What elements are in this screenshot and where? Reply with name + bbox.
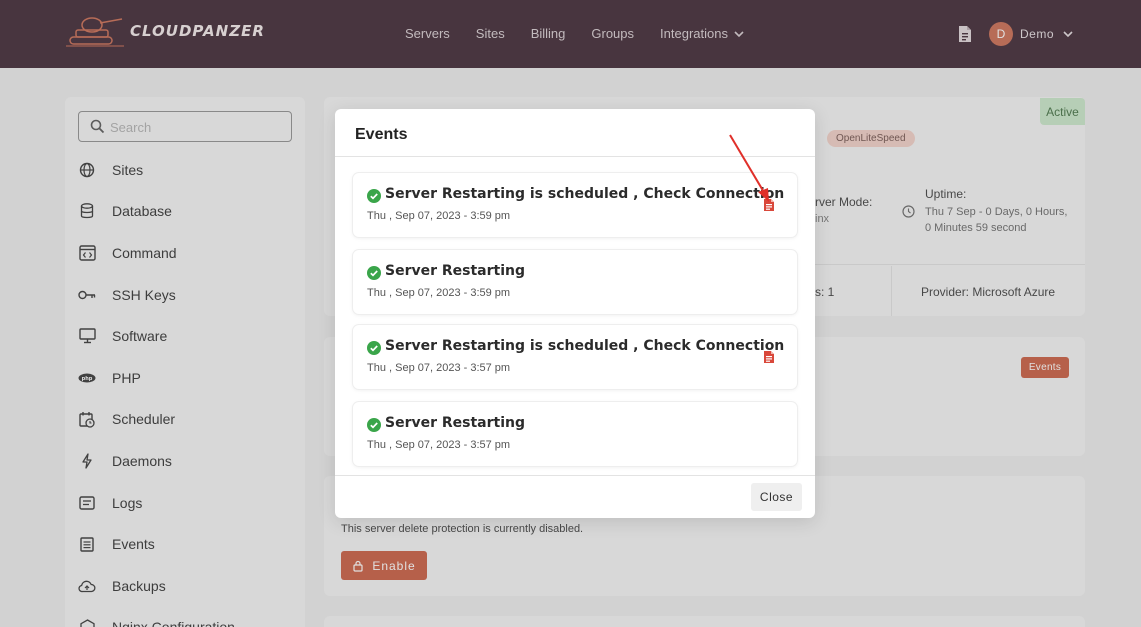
check-circle-icon <box>367 266 381 280</box>
check-circle-icon <box>367 418 381 432</box>
event-title: Server Restarting <box>385 263 526 279</box>
event-date: Thu , Sep 07, 2023 - 3:59 pm <box>367 287 511 299</box>
event-item: Server Restarting is scheduled , Check C… <box>353 325 797 389</box>
event-date: Thu , Sep 07, 2023 - 3:57 pm <box>367 362 511 374</box>
check-circle-icon <box>367 341 381 355</box>
event-item: Server Restarting Thu , Sep 07, 2023 - 3… <box>353 250 797 314</box>
event-date: Thu , Sep 07, 2023 - 3:57 pm <box>367 439 511 451</box>
event-title: Server Restarting is scheduled , Check C… <box>385 338 785 354</box>
log-file-icon[interactable] <box>763 350 775 364</box>
close-button[interactable]: Close <box>751 483 802 511</box>
event-item: Server Restarting Thu , Sep 07, 2023 - 3… <box>353 402 797 466</box>
annotation-arrow-icon <box>729 134 769 202</box>
check-circle-icon <box>367 189 381 203</box>
modal-title: Events <box>355 126 408 143</box>
divider <box>335 475 815 476</box>
event-title: Server Restarting <box>385 415 526 431</box>
event-date: Thu , Sep 07, 2023 - 3:59 pm <box>367 210 511 222</box>
